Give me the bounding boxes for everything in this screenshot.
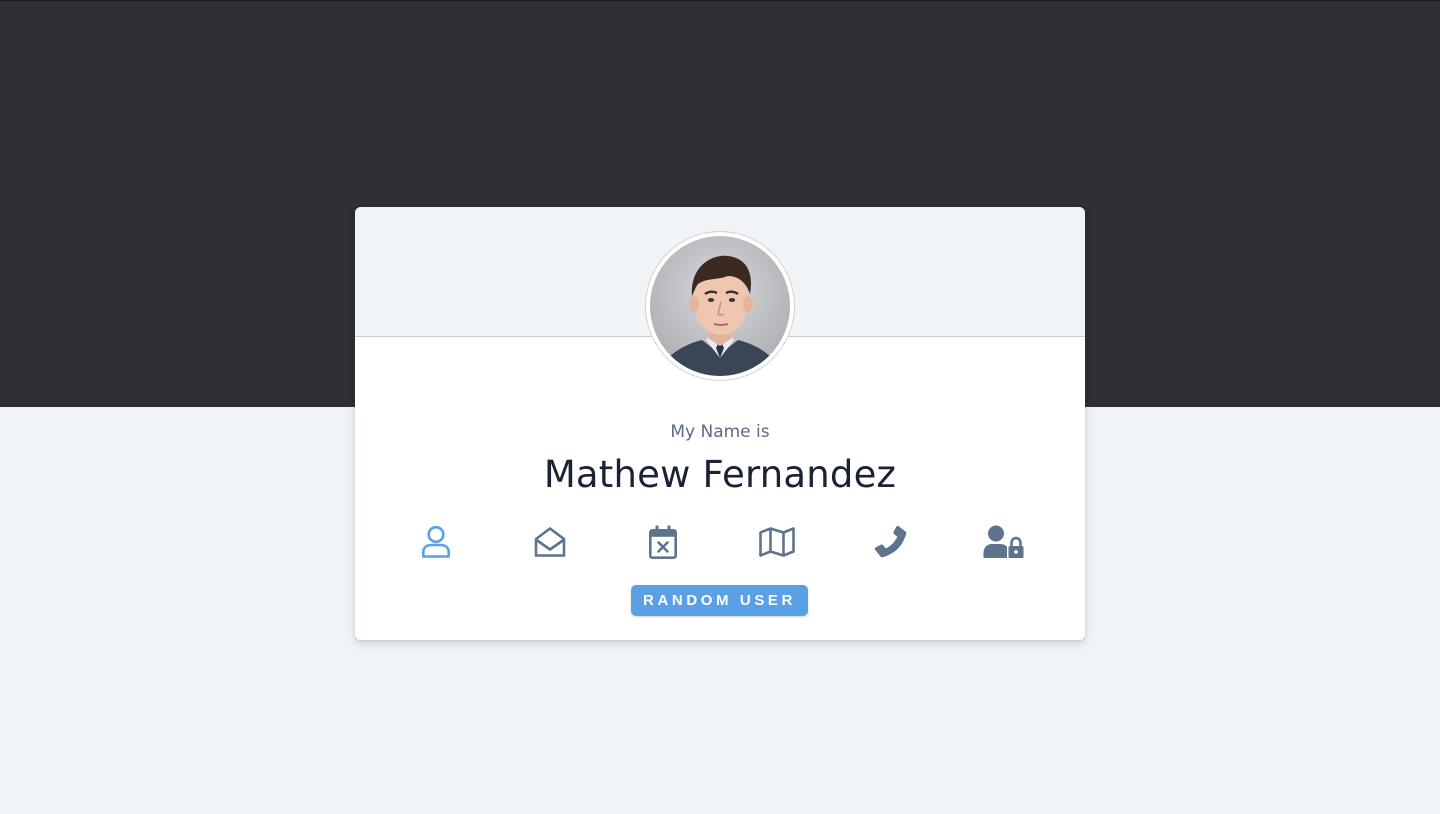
profile-value: Mathew Fernandez bbox=[543, 453, 897, 496]
page: My Name is Mathew Fernandez RANDOM USER bbox=[0, 0, 1440, 814]
phone-icon bbox=[874, 525, 907, 558]
user-card: My Name is Mathew Fernandez RANDOM USER bbox=[355, 207, 1085, 640]
profile-label: My Name is bbox=[670, 422, 770, 442]
avatar bbox=[646, 232, 794, 380]
phone-icon-button[interactable] bbox=[868, 521, 914, 563]
map-icon-button[interactable] bbox=[754, 521, 800, 563]
map-icon bbox=[759, 527, 795, 557]
user-lock-icon bbox=[983, 525, 1024, 558]
calendar-x-icon bbox=[648, 525, 677, 559]
info-icon-bar bbox=[355, 521, 1085, 563]
email-icon-button[interactable] bbox=[527, 521, 573, 563]
user-portrait-icon bbox=[650, 236, 790, 376]
user-icon-button[interactable] bbox=[413, 521, 459, 563]
password-icon-button[interactable] bbox=[981, 521, 1027, 563]
calendar-icon-button[interactable] bbox=[640, 521, 686, 563]
random-user-button[interactable]: RANDOM USER bbox=[631, 585, 808, 616]
envelope-open-icon bbox=[534, 527, 566, 557]
user-icon bbox=[422, 525, 450, 558]
